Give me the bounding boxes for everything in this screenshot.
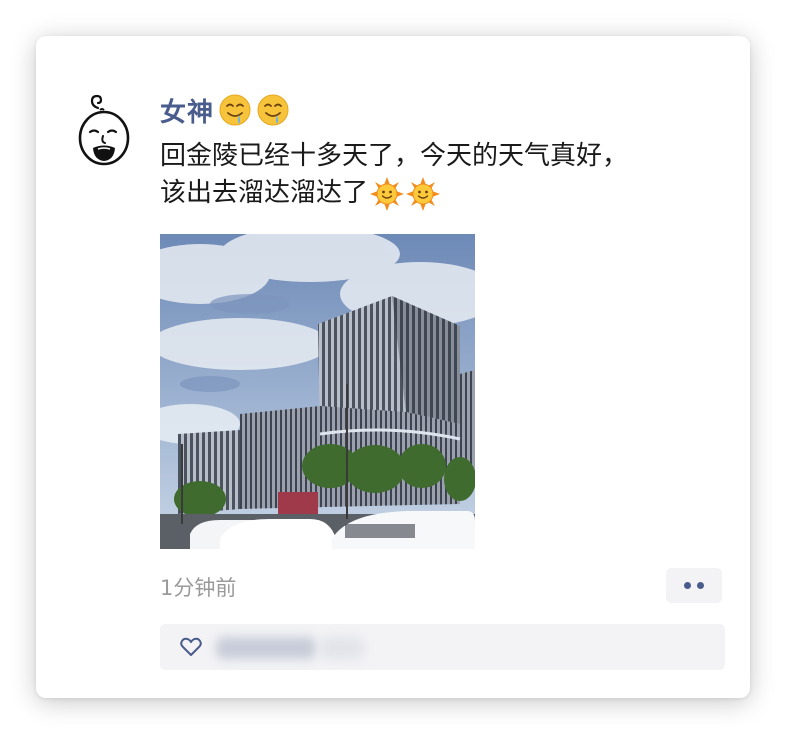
- post-text-line-1: 回金陵已经十多天了，今天的天气真好，: [160, 141, 629, 171]
- likes-bar: [160, 624, 725, 670]
- sun-with-face-icon: [370, 176, 405, 211]
- liker-names-blurred: [216, 637, 316, 659]
- two-dots-icon: [684, 582, 691, 589]
- post-text-line: 该出去溜达溜达了: [160, 175, 720, 212]
- heart-outline-icon: [180, 637, 202, 656]
- moment-card: 女神 回金陵已经十多天了，今天的天气真好， 该出去溜达溜达了 1分钟前: [36, 36, 750, 698]
- drooling-face-icon: [219, 94, 251, 126]
- post-text-line: 回金陵已经十多天了，今天的天气真好，: [160, 138, 720, 175]
- more-actions-button[interactable]: [666, 568, 722, 603]
- sun-with-face-icon: [406, 176, 441, 211]
- screen: 女神 回金陵已经十多天了，今天的天气真好， 该出去溜达溜达了 1分钟前: [0, 0, 786, 734]
- post-photo[interactable]: [160, 234, 475, 549]
- liker-names-blurred: [320, 637, 364, 659]
- avatar[interactable]: [76, 94, 132, 168]
- drooling-face-icon: [257, 94, 289, 126]
- timestamp: 1分钟前: [160, 576, 237, 600]
- post-text: 回金陵已经十多天了，今天的天气真好， 该出去溜达溜达了: [160, 138, 720, 212]
- post-text-line-2: 该出去溜达溜达了: [160, 178, 369, 208]
- author-row: 女神: [160, 90, 290, 130]
- author-name[interactable]: 女神: [160, 92, 214, 129]
- two-dots-icon: [697, 582, 704, 589]
